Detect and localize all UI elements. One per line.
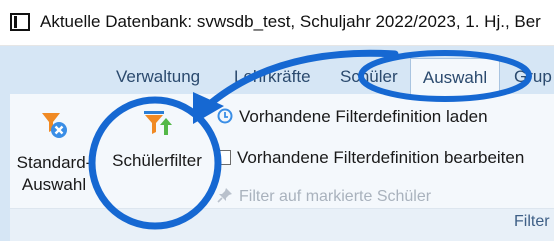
student-filter-icon	[144, 111, 172, 135]
ribbon-group-footer	[10, 208, 554, 241]
tab-auswahl[interactable]: Auswahl	[410, 58, 500, 94]
filter-edit-label: Vorhandene Filterdefinition bearbeiten	[237, 148, 525, 167]
tab-schueler[interactable]: Schüler	[340, 58, 398, 94]
ribbon-tab-bar: Verwaltung Lehrkräfte Schüler Auswahl Gr…	[0, 46, 554, 94]
filter-marked-label: Filter auf markierte Schüler	[239, 188, 432, 205]
edit-filter-icon	[217, 150, 231, 165]
clear-filter-icon	[42, 113, 67, 138]
standard-auswahl-label: Standard- Auswahl	[16, 153, 92, 194]
filter-load-label: Vorhandene Filterdefinition laden	[239, 107, 488, 126]
tab-lehrkraefte[interactable]: Lehrkräfte	[234, 58, 311, 94]
filter-edit-command[interactable]: Vorhandene Filterdefinition bearbeiten	[217, 148, 524, 168]
schuelerfilter-button[interactable]: Schülerfilter	[104, 108, 210, 172]
schuelerfilter-label: Schülerfilter	[112, 151, 202, 170]
title-bar: Aktuelle Datenbank: svwsdb_test, Schulja…	[0, 0, 554, 46]
app-icon	[10, 13, 30, 31]
filter-load-command[interactable]: Vorhandene Filterdefinition laden	[217, 107, 488, 127]
filter-marked-command[interactable]: Filter auf markierte Schüler	[217, 187, 431, 206]
pin-icon	[217, 188, 232, 203]
tab-gruppen[interactable]: Grup	[514, 58, 552, 94]
load-icon	[217, 108, 233, 124]
standard-auswahl-button[interactable]: Standard- Auswahl	[14, 110, 94, 196]
ribbon-group-label: Filter	[514, 213, 550, 230]
tab-verwaltung[interactable]: Verwaltung	[116, 58, 200, 94]
window-title: Aktuelle Datenbank: svwsdb_test, Schulja…	[40, 12, 541, 31]
